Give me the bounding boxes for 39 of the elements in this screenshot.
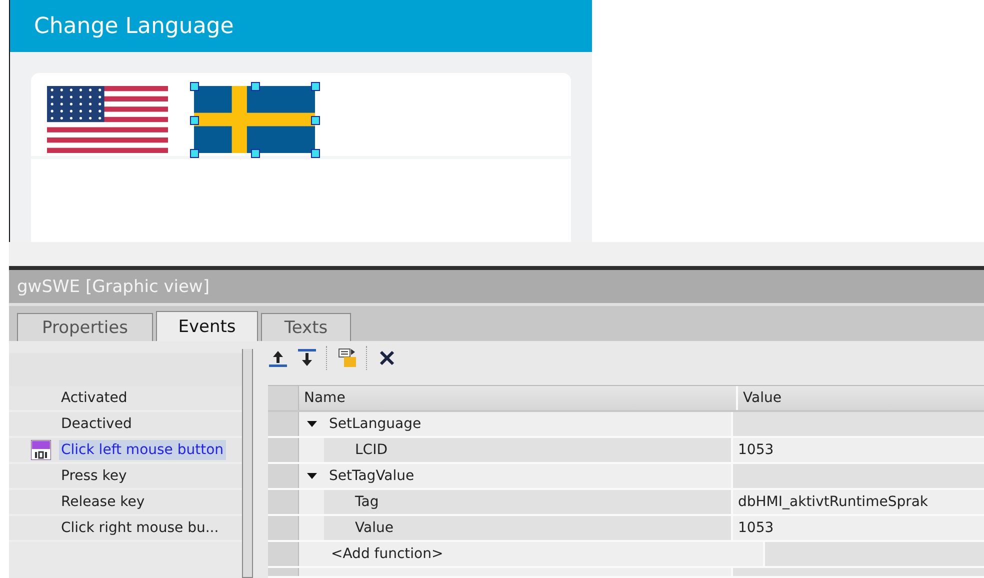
- move-down-icon[interactable]: [297, 348, 317, 368]
- panel-title: gwSWE [Graphic view]: [9, 270, 984, 303]
- function-name: SetLanguage: [329, 416, 422, 432]
- splitter[interactable]: [242, 349, 253, 578]
- table-cell: 1053: [733, 516, 984, 540]
- event-item[interactable]: Press key: [59, 466, 129, 486]
- resize-handle[interactable]: [250, 149, 260, 158]
- function-name: SetTagValue: [329, 468, 414, 484]
- event-item[interactable]: Click left mouse button: [59, 440, 226, 460]
- column-header[interactable]: Value: [738, 386, 984, 410]
- resize-handle[interactable]: [250, 82, 260, 91]
- tab[interactable]: Properties: [17, 313, 153, 341]
- us-flag-icon[interactable]: [47, 86, 168, 153]
- expand-icon[interactable]: [307, 419, 317, 429]
- add-function-link[interactable]: <Add function>: [331, 546, 444, 562]
- table-cell: dbHMI_aktivtRuntimeSprak: [733, 490, 984, 514]
- resize-handle[interactable]: [311, 82, 320, 91]
- resize-handle[interactable]: [190, 149, 199, 158]
- resize-handle[interactable]: [311, 149, 320, 158]
- parameter-name: LCID: [324, 438, 731, 462]
- tab[interactable]: Texts: [261, 313, 351, 341]
- event-item[interactable]: Activated: [59, 388, 130, 408]
- screen-title: Change Language: [10, 0, 592, 52]
- event-item[interactable]: Deactived: [59, 414, 134, 434]
- event-item[interactable]: Click right mouse bu...: [59, 518, 221, 538]
- column-header[interactable]: Name: [299, 386, 738, 410]
- resize-handle[interactable]: [190, 116, 199, 124]
- resize-handle[interactable]: [311, 116, 320, 124]
- parameter-name: Tag: [324, 490, 731, 514]
- function-icon: [31, 440, 51, 460]
- resize-handle[interactable]: [190, 82, 199, 91]
- table-cell: 1053: [733, 438, 984, 462]
- parameter-name: Value: [324, 516, 731, 540]
- expand-icon[interactable]: [307, 471, 317, 481]
- tab[interactable]: Events: [156, 311, 258, 341]
- row-header: [268, 568, 299, 576]
- script-icon[interactable]: [337, 348, 357, 368]
- swedish-flag-icon[interactable]: [194, 86, 315, 153]
- event-item[interactable]: Release key: [59, 492, 147, 512]
